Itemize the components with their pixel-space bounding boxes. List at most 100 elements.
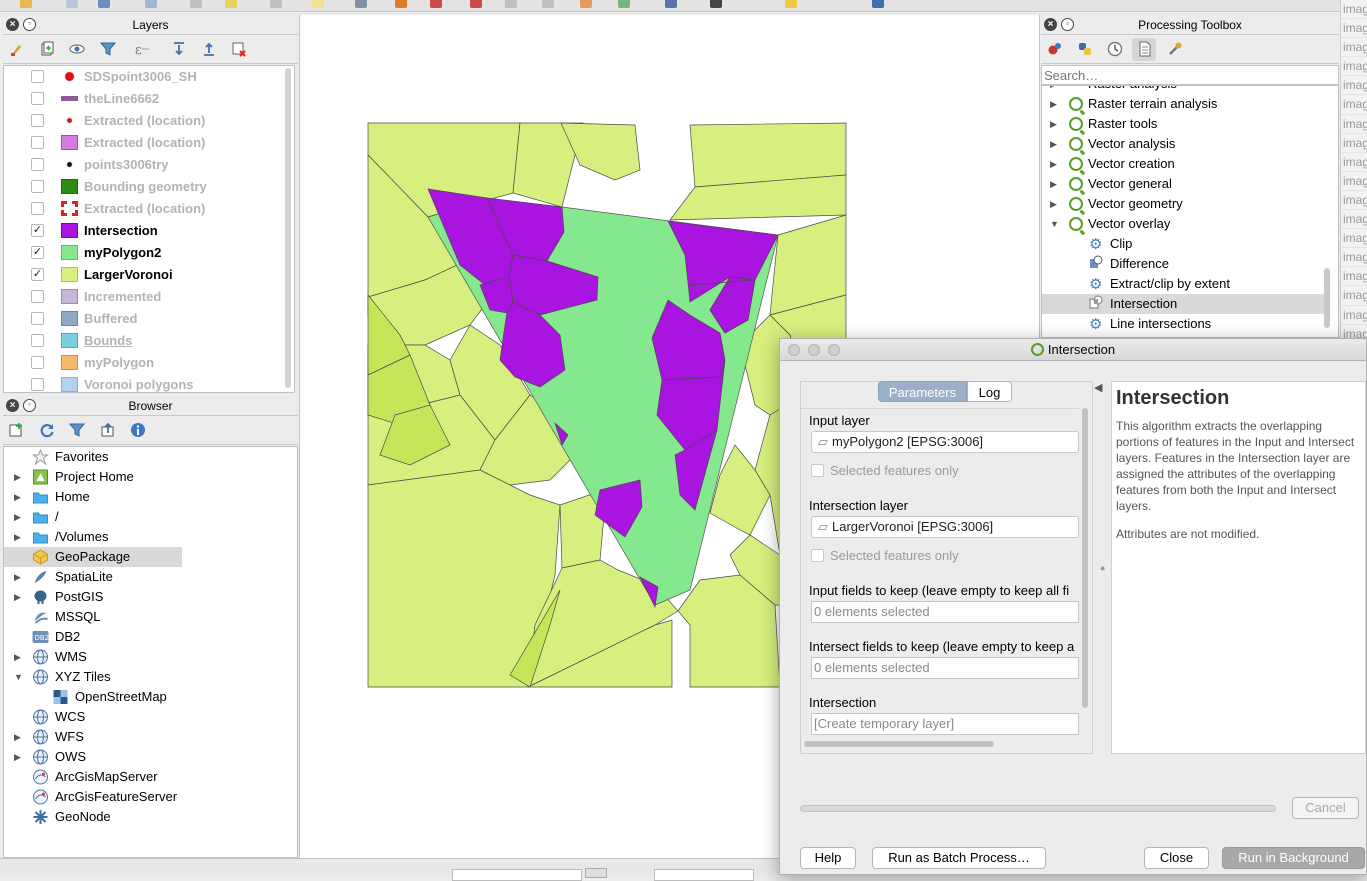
layer-row[interactable]: ✓ Intersection	[4, 220, 294, 242]
layer-visibility-checkbox[interactable]	[31, 202, 44, 215]
expand-arrow-icon[interactable]: ▶	[14, 647, 21, 667]
toolbox-group[interactable]: ▶ Vector geometry	[1042, 194, 1338, 214]
cancel-button[interactable]: Cancel	[1292, 797, 1359, 819]
expand-arrow-icon[interactable]: ▶	[1050, 134, 1057, 154]
browser-item[interactable]: GeoNode	[4, 807, 297, 827]
strip-item[interactable]: imag	[1341, 134, 1367, 153]
strip-item[interactable]: imag	[1341, 38, 1367, 58]
input-fields-select[interactable]: 0 elements selected	[811, 601, 1079, 623]
collapse-help-icon[interactable]: ◀	[1094, 381, 1102, 394]
toolbox-search-input[interactable]	[1041, 65, 1339, 85]
layer-row[interactable]: Buffered	[4, 308, 294, 330]
close-panel-icon[interactable]: ×	[6, 18, 19, 31]
splitter-handle[interactable]: ●	[1100, 563, 1105, 573]
info-icon[interactable]	[130, 422, 146, 438]
run-in-background-button[interactable]: Run in Background	[1222, 847, 1365, 869]
strip-item[interactable]: imag	[1341, 76, 1367, 96]
browser-item[interactable]: ▶ /Volumes	[4, 527, 297, 547]
add-layer-icon[interactable]	[66, 0, 78, 8]
browser-item[interactable]: ArcGisFeatureServer	[4, 787, 297, 807]
identify-icon[interactable]	[395, 0, 407, 8]
browser-item[interactable]: ▼ XYZ Tiles	[4, 667, 297, 687]
layer-row[interactable]: Incremented	[4, 286, 294, 308]
help-icon[interactable]	[872, 0, 884, 8]
options-wrench-icon[interactable]	[1167, 41, 1183, 57]
expand-arrow-icon[interactable]: ▶	[14, 487, 21, 507]
layer-visibility-checkbox[interactable]	[31, 180, 44, 193]
browser-item[interactable]: ▶ WFS	[4, 727, 297, 747]
close-panel-icon[interactable]: ×	[6, 399, 19, 412]
delete-icon[interactable]	[430, 0, 442, 8]
browser-item[interactable]: GeoPackage	[4, 547, 182, 567]
open-project-icon[interactable]	[20, 0, 32, 8]
filter-icon[interactable]	[69, 422, 85, 438]
strip-item[interactable]: imag	[1341, 248, 1367, 268]
batch-process-button[interactable]: Run as Batch Process…	[872, 847, 1046, 869]
expand-arrow-icon[interactable]: ▶	[14, 507, 21, 527]
output-field[interactable]: [Create temporary layer]	[811, 713, 1079, 735]
layer-row[interactable]: points3006try	[4, 154, 294, 176]
browser-item[interactable]: ▶ Home	[4, 487, 297, 507]
strip-item[interactable]: imag	[1341, 95, 1367, 115]
remove-layer-icon[interactable]	[231, 41, 247, 57]
checkbox-box[interactable]	[811, 464, 824, 477]
minimize-window-button[interactable]	[808, 344, 820, 356]
selected-only-checkbox-1[interactable]: Selected features only	[811, 463, 959, 478]
digitize-icon[interactable]	[270, 0, 282, 8]
toolbox-algorithm[interactable]: ⚙ Extract/clip by extent	[1042, 274, 1338, 294]
strip-item[interactable]: imag	[1341, 210, 1367, 230]
expand-arrow-icon[interactable]: ▶	[14, 567, 21, 587]
layer-visibility-checkbox[interactable]	[31, 158, 44, 171]
browser-item[interactable]: ▶ PostGIS	[4, 587, 297, 607]
help-button[interactable]: Help	[800, 847, 856, 869]
expression-filter-icon[interactable]: ε	[134, 41, 150, 57]
zoom-icon[interactable]	[145, 0, 157, 8]
strip-item[interactable]: imag	[1341, 286, 1367, 306]
layer-row[interactable]: Extracted (location)	[4, 132, 294, 154]
browser-item[interactable]: ArcGisMapServer	[4, 767, 297, 787]
python-icon[interactable]	[785, 0, 797, 8]
toolbox-group[interactable]: ▶ Raster terrain analysis	[1042, 94, 1338, 114]
strip-item[interactable]: imag	[1341, 153, 1367, 172]
layer-visibility-checkbox[interactable]: ✓	[31, 224, 44, 237]
horizontal-scrollbar[interactable]	[804, 741, 994, 747]
gps-icon[interactable]	[710, 0, 722, 8]
layer-visibility-checkbox[interactable]	[31, 114, 44, 127]
toolbox-algorithm[interactable]: ⚙ Clip	[1042, 234, 1338, 254]
strip-item[interactable]: imag	[1341, 19, 1367, 39]
strip-item[interactable]: imag	[1341, 306, 1367, 325]
toolbox-algorithm[interactable]: Difference	[1042, 254, 1338, 274]
collapse-all-icon[interactable]	[100, 422, 116, 438]
intersection-layer-select[interactable]: ▱ LargerVoronoi [EPSG:3006]	[811, 516, 1079, 538]
plugin-icon[interactable]	[618, 0, 630, 8]
browser-item[interactable]: ▶ WMS	[4, 647, 297, 667]
layer-row[interactable]: ✓ LargerVoronoi	[4, 264, 294, 286]
strip-item[interactable]: imag	[1341, 115, 1367, 134]
layer-row[interactable]: Voronoi polygons	[4, 374, 294, 392]
python-icon[interactable]	[1077, 41, 1093, 57]
layers-scrollbar[interactable]	[285, 68, 291, 388]
strip-item[interactable]: imag	[1341, 172, 1367, 191]
strip-item[interactable]: imag	[1341, 325, 1367, 338]
copy-icon[interactable]	[505, 0, 517, 8]
label-icon[interactable]	[580, 0, 592, 8]
close-button[interactable]: Close	[1144, 847, 1209, 869]
browser-item[interactable]: Favorites	[4, 447, 297, 467]
database-icon[interactable]	[665, 0, 677, 8]
browser-item[interactable]: ▶ Project Home	[4, 467, 297, 487]
toolbox-group[interactable]: ▶ Vector creation	[1042, 154, 1338, 174]
expand-arrow-icon[interactable]: ▶	[1050, 114, 1057, 134]
expand-arrow-icon[interactable]: ▶	[14, 587, 21, 607]
layer-visibility-checkbox[interactable]	[31, 378, 44, 391]
float-panel-icon[interactable]: ▫	[23, 18, 36, 31]
layer-visibility-checkbox[interactable]	[31, 312, 44, 325]
close-window-button[interactable]	[788, 344, 800, 356]
zoom-window-button[interactable]	[828, 344, 840, 356]
layer-row[interactable]: Extracted (location)	[4, 198, 294, 220]
scale-field[interactable]	[654, 869, 754, 881]
browser-item[interactable]: ▶ OWS	[4, 747, 297, 767]
paste-icon[interactable]	[542, 0, 554, 8]
close-panel-icon[interactable]: ×	[1044, 18, 1057, 31]
expand-arrow-icon[interactable]: ▶	[14, 467, 21, 487]
strip-item[interactable]: imag	[1341, 0, 1367, 20]
